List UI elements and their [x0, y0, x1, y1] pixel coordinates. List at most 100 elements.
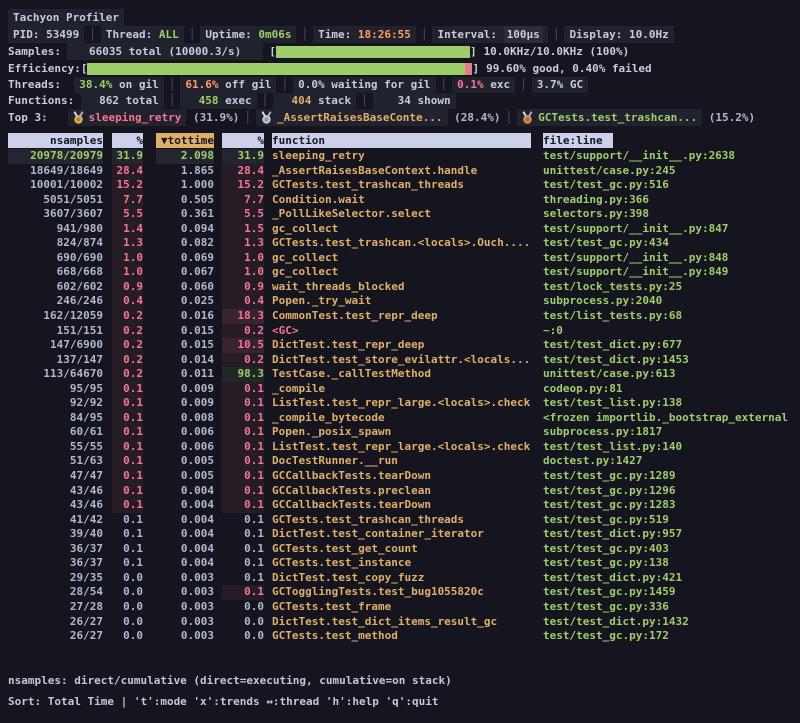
cell-function: gc_collect [272, 251, 531, 266]
cell-function: gc_collect [272, 265, 531, 280]
column-header-direct-pct[interactable]: % [112, 133, 143, 148]
cell-cumulative-pct: 0.1 [222, 425, 264, 440]
cell-function: DictTest.test_container_iterator [272, 527, 531, 542]
table-row: 95/950.10.0090.1_compilecodeop.py:81 [8, 382, 792, 397]
table-row: 26/270.00.0030.0DictTest.test_dict_items… [8, 615, 792, 630]
cell-function: <GC> [272, 324, 531, 339]
cell-tottime: 0.505 [156, 193, 214, 208]
status-chip-uptime: Uptime: 0m06s [200, 26, 296, 43]
cell-cumulative-pct: 0.0 [222, 600, 264, 615]
cell-cumulative-pct: 0.1 [222, 382, 264, 397]
tachyon-profiler-app: Tachyon Profiler PID: 53499│Thread: ALL│… [0, 0, 800, 712]
cell-cumulative-pct: 10.5 [222, 338, 264, 353]
cell-cumulative-pct: 0.2 [222, 353, 264, 368]
footer: nsamples: direct/cumulative (direct=exec… [8, 670, 792, 712]
cell-direct-pct: 7.7 [112, 193, 143, 208]
cell-file-line: test/test_gc.py:1283 [543, 498, 792, 513]
functions-stat-value: 34 [378, 93, 411, 109]
cell-tottime: 0.004 [156, 527, 214, 542]
cell-tottime: 0.015 [156, 338, 214, 353]
samples-summary: 66035 total (10000.3/s) [67, 43, 263, 60]
threads-stat-label: GC [563, 77, 583, 93]
cell-cumulative-pct: 0.1 [222, 440, 264, 455]
threads-stat-3: 0.1% exc [452, 77, 515, 93]
cell-nsamples: 602/602 [8, 280, 103, 295]
cell-direct-pct: 5.5 [112, 207, 143, 222]
separator: │ [515, 77, 532, 93]
table-row: 28/540.00.0030.1GCTogglingTests.test_bug… [8, 585, 792, 600]
silver-medal-icon [261, 111, 272, 124]
cell-tottime: 0.004 [156, 484, 214, 499]
cell-cumulative-pct: 28.4 [222, 164, 264, 179]
cell-tottime: 1.000 [156, 178, 214, 193]
column-header-function[interactable]: function [272, 133, 531, 148]
threads-stat-4: 3.7% GC [532, 77, 588, 93]
status-value: 100µs [504, 26, 543, 43]
cell-cumulative-pct: 0.2 [222, 324, 264, 339]
column-header-file-line[interactable]: file:line [543, 133, 792, 148]
cell-tottime: 0.094 [156, 222, 214, 237]
cell-nsamples: 51/63 [8, 454, 103, 469]
cell-nsamples: 824/874 [8, 236, 103, 251]
cell-function: GCTogglingTests.test_bug1055820c [272, 585, 531, 600]
cell-nsamples: 137/147 [8, 353, 103, 368]
cell-direct-pct: 0.4 [112, 294, 143, 309]
cell-tottime: 0.067 [156, 265, 214, 280]
top3-percentage: (15.2%) [702, 109, 755, 126]
cell-function: DictTest.test_dict_items_result_gc [272, 615, 531, 630]
cell-nsamples: 43/46 [8, 498, 103, 513]
table-row: 92/920.10.0090.1ListTest.test_repr_large… [8, 396, 792, 411]
cell-direct-pct: 1.0 [112, 265, 143, 280]
cell-cumulative-pct: 0.0 [222, 629, 264, 644]
table-row: 668/6681.00.0671.0gc_collecttest/support… [8, 265, 792, 280]
top3-function-name: sleeping_retry [89, 109, 182, 126]
threads-stat-label: on gil [112, 77, 158, 93]
cell-cumulative-pct: 1.5 [222, 222, 264, 237]
cell-tottime: 0.025 [156, 294, 214, 309]
separator: │ [84, 26, 101, 43]
efficiency-bar-open-bracket: [ [81, 60, 88, 77]
table-row: 39/400.10.0040.1DictTest.test_container_… [8, 527, 792, 542]
cell-file-line: test/support/__init__.py:848 [543, 251, 792, 266]
cell-tottime: 0.003 [156, 571, 214, 586]
cell-nsamples: 39/40 [8, 527, 103, 542]
cell-function: DictTest.test_store_evilattr.<locals... [272, 353, 531, 368]
separator: │ [501, 109, 518, 126]
column-header-nsamples[interactable]: nsamples [8, 133, 103, 148]
cell-tottime: 0.006 [156, 440, 214, 455]
cell-function: GCTests.test_method [272, 629, 531, 644]
table-row: 26/270.00.0030.0GCTests.test_methodtest/… [8, 629, 792, 644]
table-row: 941/9801.40.0941.5gc_collecttest/support… [8, 222, 792, 237]
threads-label: Threads: [8, 77, 61, 93]
cell-nsamples: 113/64670 [8, 367, 103, 382]
status-label: Thread: [106, 26, 159, 43]
cell-direct-pct: 0.1 [112, 382, 143, 397]
cell-cumulative-pct: 0.1 [222, 498, 264, 513]
cell-nsamples: 690/690 [8, 251, 103, 266]
cell-nsamples: 95/95 [8, 382, 103, 397]
functions-stat-1: 458 exec [180, 93, 256, 109]
cell-direct-pct: 1.4 [112, 222, 143, 237]
cell-file-line: test/list_tests.py:68 [543, 309, 792, 324]
status-label: PID: [13, 26, 46, 43]
cell-cumulative-pct: 15.2 [222, 178, 264, 193]
table-row: 113/646700.20.01198.3TestCase._callTestM… [8, 367, 792, 382]
cell-cumulative-pct: 1.0 [222, 265, 264, 280]
table-row: 690/6901.00.0691.0gc_collecttest/support… [8, 251, 792, 266]
cell-cumulative-pct: 0.9 [222, 280, 264, 295]
cell-direct-pct: 0.1 [112, 396, 143, 411]
functions-stat-label: shown [411, 93, 451, 109]
cell-cumulative-pct: 1.3 [222, 236, 264, 251]
table-row: 36/370.10.0040.1GCTests.test_instancetes… [8, 556, 792, 571]
cell-tottime: 0.082 [156, 236, 214, 251]
separator: │ [239, 109, 256, 126]
column-header-tottime-sorted[interactable]: ▼tottime [156, 133, 214, 148]
status-label: Uptime: [205, 26, 258, 43]
table-row: 824/8741.30.0821.3GCTests.test_trashcan.… [8, 236, 792, 251]
separator: │ [416, 26, 433, 43]
table-row: 137/1470.20.0140.2DictTest.test_store_ev… [8, 353, 792, 368]
cell-cumulative-pct: 0.1 [222, 454, 264, 469]
column-header-cumulative-pct[interactable]: % [222, 133, 264, 148]
cell-file-line: test/test_dict.py:957 [543, 527, 792, 542]
gold-medal-icon [73, 111, 84, 124]
